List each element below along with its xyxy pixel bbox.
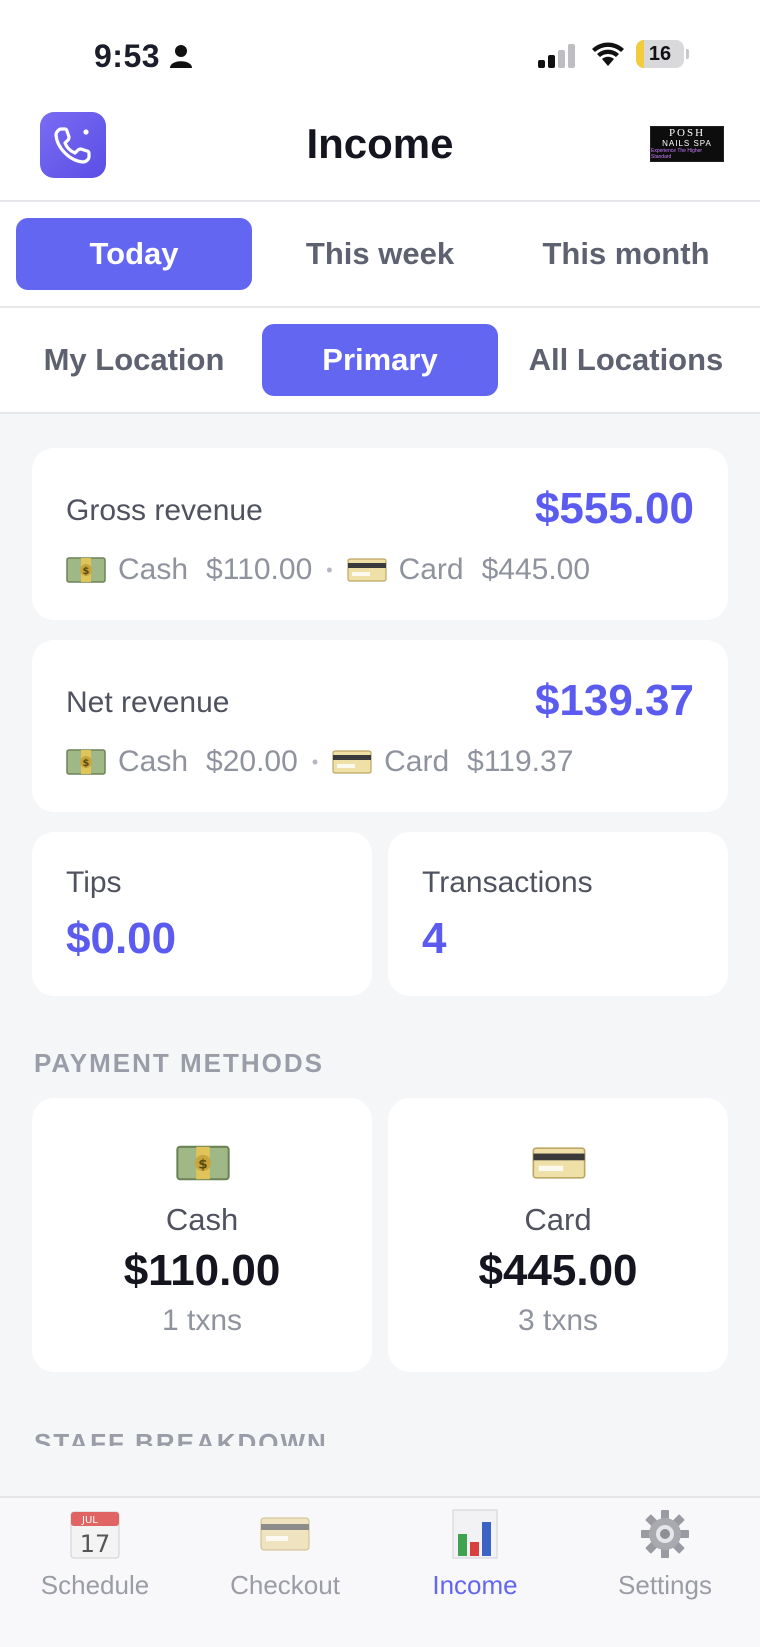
tab-today[interactable]: Today xyxy=(16,218,252,290)
tab-this-week[interactable]: This week xyxy=(262,218,498,290)
svg-text:$: $ xyxy=(83,566,90,577)
gross-revenue-value: $555.00 xyxy=(534,484,694,533)
payment-methods-heading: PAYMENT METHODS xyxy=(34,1048,325,1078)
credit-card-icon xyxy=(532,1147,586,1179)
brand-logo-tagline: Experience The Higher Standard xyxy=(651,148,703,160)
tab-bar-label: Settings xyxy=(618,1570,712,1600)
brand-logo-subtitle: NAILS SPA xyxy=(662,139,712,148)
payment-method-name: Cash xyxy=(165,1202,239,1237)
net-revenue-value: $139.37 xyxy=(534,676,694,725)
gross-revenue-label: Gross revenue xyxy=(66,494,263,527)
header: Income POSH NAILS SPA Experience The Hig… xyxy=(0,100,760,202)
brand-logo-name: POSH xyxy=(668,127,706,139)
net-revenue-breakdown: $ Cash $20.00 • Card $119.37 xyxy=(66,744,573,780)
tab-primary[interactable]: Primary xyxy=(262,324,498,396)
staff-breakdown-heading: STAFF BREAKDOWN xyxy=(34,1428,328,1446)
payment-method-count: 1 txns xyxy=(161,1304,243,1337)
money-icon: $ xyxy=(176,1145,230,1181)
status-bar: 9:53 16 xyxy=(0,0,760,100)
calendar-month: JUL xyxy=(81,1515,98,1526)
credit-card-icon xyxy=(332,750,372,774)
tips-card: Tips $0.00 xyxy=(32,832,372,996)
tab-my-location[interactable]: My Location xyxy=(16,324,252,396)
tab-bar-income[interactable]: Income xyxy=(380,1498,570,1647)
payment-method-amount: $445.00 xyxy=(478,1246,638,1295)
cellular-signal-icon xyxy=(538,44,575,68)
tips-label: Tips xyxy=(66,866,122,899)
location-selector: My Location Primary All Locations xyxy=(0,308,760,414)
bottom-tab-bar: JUL 17 Schedule Checkout Income Settings xyxy=(0,1496,760,1647)
tab-bar-label: Schedule xyxy=(40,1570,150,1600)
page-title: Income xyxy=(306,120,454,167)
money-icon: $ xyxy=(66,557,106,583)
gross-cash-amount: $110.00 xyxy=(206,553,313,586)
gross-revenue-card: Gross revenue $555.00 $ Cash $110.00 • C… xyxy=(32,448,728,620)
payment-method-cash-card: $ Cash $110.00 1 txns xyxy=(32,1098,372,1372)
tab-this-month[interactable]: This month xyxy=(508,218,744,290)
person-icon xyxy=(170,45,192,68)
net-card-label: Card xyxy=(384,745,450,778)
net-revenue-label: Net revenue xyxy=(66,686,230,719)
period-selector: Today This week This month xyxy=(0,202,760,308)
tab-bar-label: Checkout xyxy=(230,1570,340,1600)
wifi-icon xyxy=(592,42,624,66)
status-time: 9:53 xyxy=(94,38,161,74)
net-revenue-card: Net revenue $139.37 $ Cash $20.00 • Card… xyxy=(32,640,728,812)
tab-bar-schedule[interactable]: JUL 17 Schedule xyxy=(0,1498,190,1647)
svg-text:$: $ xyxy=(198,1156,207,1172)
gross-cash-label: Cash xyxy=(118,553,189,586)
tips-value: $0.00 xyxy=(66,914,177,963)
svg-text:$: $ xyxy=(83,758,90,769)
net-cash-label: Cash xyxy=(118,745,189,778)
payment-method-amount: $110.00 xyxy=(123,1246,281,1295)
battery-nub xyxy=(686,49,689,59)
transactions-card: Transactions 4 xyxy=(388,832,728,996)
net-cash-amount: $20.00 xyxy=(206,745,298,778)
transactions-value: 4 xyxy=(422,914,447,963)
gross-card-label: Card xyxy=(398,553,464,586)
separator-dot: • xyxy=(311,751,319,772)
battery-percent: 16 xyxy=(648,43,672,65)
payment-method-name: Card xyxy=(524,1202,592,1237)
battery-body: 16 xyxy=(636,40,684,68)
separator-dot: • xyxy=(326,559,333,580)
gear-icon xyxy=(641,1510,689,1558)
bar-chart-icon xyxy=(452,1509,498,1559)
brand-logo: POSH NAILS SPA Experience The Higher Sta… xyxy=(650,126,724,162)
gross-card-amount: $445.00 xyxy=(481,553,591,586)
tab-bar-checkout[interactable]: Checkout xyxy=(190,1498,380,1647)
payment-method-count: 3 txns xyxy=(517,1304,599,1337)
credit-card-icon xyxy=(260,1517,310,1551)
battery-indicator: 16 xyxy=(636,40,689,68)
payment-method-card-card: Card $445.00 3 txns xyxy=(388,1098,728,1372)
net-card-amount: $119.37 xyxy=(467,745,574,778)
gross-revenue-breakdown: $ Cash $110.00 • Card $445.00 xyxy=(66,552,590,588)
calendar-icon: JUL 17 xyxy=(70,1511,120,1559)
tab-bar-label: Income xyxy=(432,1570,518,1600)
money-icon: $ xyxy=(66,749,106,775)
calendar-day: 17 xyxy=(80,1530,111,1558)
credit-card-icon xyxy=(346,558,387,582)
tab-bar-settings[interactable]: Settings xyxy=(570,1498,760,1647)
tab-all-locations[interactable]: All Locations xyxy=(508,324,744,396)
transactions-label: Transactions xyxy=(422,866,593,899)
